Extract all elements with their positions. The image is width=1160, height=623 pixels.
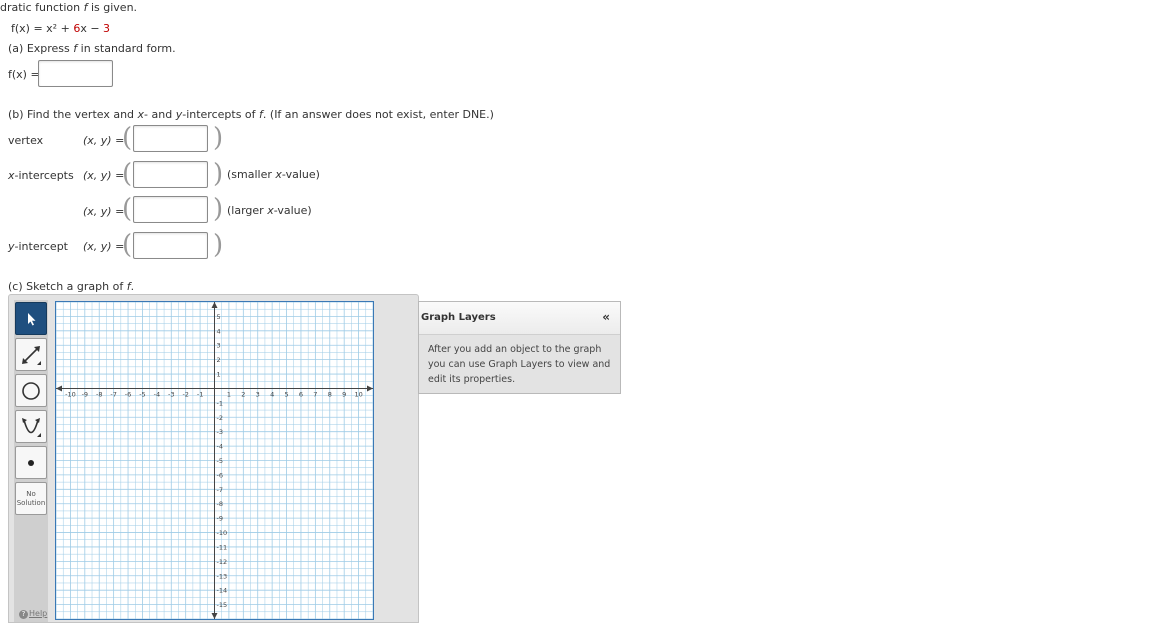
pointer-icon <box>28 312 36 325</box>
coordinate-grid: -10 -9 -8 -7 -6 -5 -4 -3 -2 -1 1 2 3 4 5 6 7 8 9 1054321-1-… <box>56 302 373 619</box>
y-tick-label: -8 <box>217 500 223 508</box>
x-intercept-2-open-paren: ( <box>122 194 133 224</box>
vertex-close-paren: ) <box>213 123 224 153</box>
y-tick-label: -15 <box>217 601 228 609</box>
y-tick-label: -6 <box>217 471 223 479</box>
x-tick-label: 8 <box>328 390 332 398</box>
y-tick-label: -2 <box>217 414 223 422</box>
tool-palette: No Solution <box>14 300 48 622</box>
x-tick-label: 9 <box>342 390 346 398</box>
y-axis-bottom-arrow <box>211 613 218 619</box>
x-intercept-2-xy-label: (x, y) = <box>83 205 125 218</box>
x-tick-label: -8 <box>96 390 102 398</box>
x-tick-label: -9 <box>82 390 88 398</box>
x-tick-label: 7 <box>313 390 317 398</box>
no-solution-button[interactable]: No Solution <box>15 482 47 515</box>
no-solution-line-2: Solution <box>16 498 46 507</box>
part-a-prompt: (a) Express f in standard form. <box>8 42 176 55</box>
y-tick-label: 1 <box>217 371 221 379</box>
line-arrow-icon <box>22 345 41 365</box>
x-tick-label: -6 <box>125 390 131 398</box>
help-icon: ? <box>19 610 28 619</box>
y-tick-label: 2 <box>217 356 221 364</box>
x-tick-label: 2 <box>241 390 245 398</box>
graph-layers-header: Graph Layers « <box>419 302 620 335</box>
x-axis-right-arrow <box>367 385 373 392</box>
graph-layers-panel: Graph Layers « After you add an object t… <box>418 301 621 394</box>
y-tick-label: -12 <box>217 558 228 566</box>
x-axis-left-arrow <box>56 385 62 392</box>
circle-tool-button[interactable] <box>15 374 47 407</box>
x-tick-label: 1 <box>227 390 231 398</box>
y-tick-label: -13 <box>217 572 228 580</box>
x-intercept-1-open-paren: ( <box>122 159 133 189</box>
y-intercept-label: y-intercept <box>8 240 68 253</box>
point-icon <box>28 459 34 466</box>
vertex-open-paren: ( <box>122 123 133 153</box>
x-tick-label: -1 <box>197 390 203 398</box>
x-tick-label: -10 <box>65 390 76 398</box>
line-tool-button[interactable] <box>15 338 47 371</box>
x-tick-label: -4 <box>154 390 160 398</box>
y-axis-top-arrow <box>211 302 218 308</box>
y-intercept-close-paren: ) <box>213 230 224 260</box>
x-tick-label: 3 <box>256 390 260 398</box>
y-tick-label: 4 <box>217 327 221 335</box>
parabola-tool-button[interactable] <box>15 410 47 443</box>
y-tick-label: -7 <box>217 486 223 494</box>
no-solution-line-1: No <box>26 489 36 498</box>
smaller-x-note: (smaller x-value) <box>227 168 320 181</box>
y-tick-label: -1 <box>217 399 223 407</box>
y-tick-label: -3 <box>217 428 223 436</box>
y-intercept-input[interactable] <box>133 232 208 259</box>
x-tick-label: -3 <box>168 390 174 398</box>
y-tick-label: -9 <box>217 515 223 523</box>
y-intercept-open-paren: ( <box>122 230 133 260</box>
larger-x-note: (larger x-value) <box>227 204 312 217</box>
circle-icon <box>22 381 40 400</box>
part-a-answer-label: f(x) = <box>8 68 40 81</box>
help-label: Help <box>29 609 48 618</box>
x-intercept-smaller-input[interactable] <box>133 161 208 188</box>
vertex-input[interactable] <box>133 125 208 152</box>
x-tick-label: 6 <box>299 390 303 398</box>
help-link[interactable]: ? Help <box>19 609 47 619</box>
graph-layers-title: Graph Layers <box>421 312 496 323</box>
x-intercept-larger-input[interactable] <box>133 196 208 223</box>
vertex-xy-label: (x, y) = <box>83 134 125 147</box>
x-intercepts-label: x-intercepts <box>8 169 74 182</box>
collapse-icon[interactable]: « <box>602 310 610 324</box>
y-intercept-xy-label: (x, y) = <box>83 240 125 253</box>
y-tick-label: -5 <box>217 457 223 465</box>
part-b-prompt: (b) Find the vertex and x- and y-interce… <box>8 108 494 121</box>
part-c-prompt: (c) Sketch a graph of f. <box>8 280 135 293</box>
y-tick-label: -14 <box>217 587 228 595</box>
x-tick-label: 4 <box>270 390 274 398</box>
point-tool-button[interactable] <box>15 446 47 479</box>
x-intercept-2-close-paren: ) <box>213 194 224 224</box>
x-tick-label: -7 <box>110 390 116 398</box>
y-tick-label: -4 <box>217 443 223 451</box>
standard-form-input[interactable] <box>38 60 113 87</box>
intro-text: dratic function f is given. <box>0 1 138 14</box>
x-intercept-1-xy-label: (x, y) = <box>83 169 125 182</box>
graphing-tool: No Solution ? Help -10 -9 -8 -7 -6 -5 -4 -3 -2 -1 1 2… <box>8 294 419 623</box>
graph-layers-help-text: After you add an object to the graph you… <box>428 344 611 385</box>
x-intercept-1-close-paren: ) <box>213 159 224 189</box>
x-tick-label: 5 <box>284 390 288 398</box>
y-tick-label: 5 <box>217 313 221 321</box>
x-tick-label: -2 <box>182 390 188 398</box>
x-tick-label: 10 <box>354 390 362 398</box>
y-tick-label: -10 <box>217 529 228 537</box>
parabola-icon <box>22 417 41 437</box>
y-tick-label: -11 <box>217 543 228 551</box>
x-tick-label: -5 <box>139 390 145 398</box>
pointer-tool-button[interactable] <box>15 302 47 335</box>
vertex-label: vertex <box>8 134 44 147</box>
graph-canvas[interactable]: -10 -9 -8 -7 -6 -5 -4 -3 -2 -1 1 2 3 4 5 6 7 8 9 10 5 4 3 2 1 -1-… <box>55 301 374 620</box>
function-definition: f(x) = x² + 6x − 3 <box>11 22 111 35</box>
y-tick-label: 3 <box>217 342 221 350</box>
